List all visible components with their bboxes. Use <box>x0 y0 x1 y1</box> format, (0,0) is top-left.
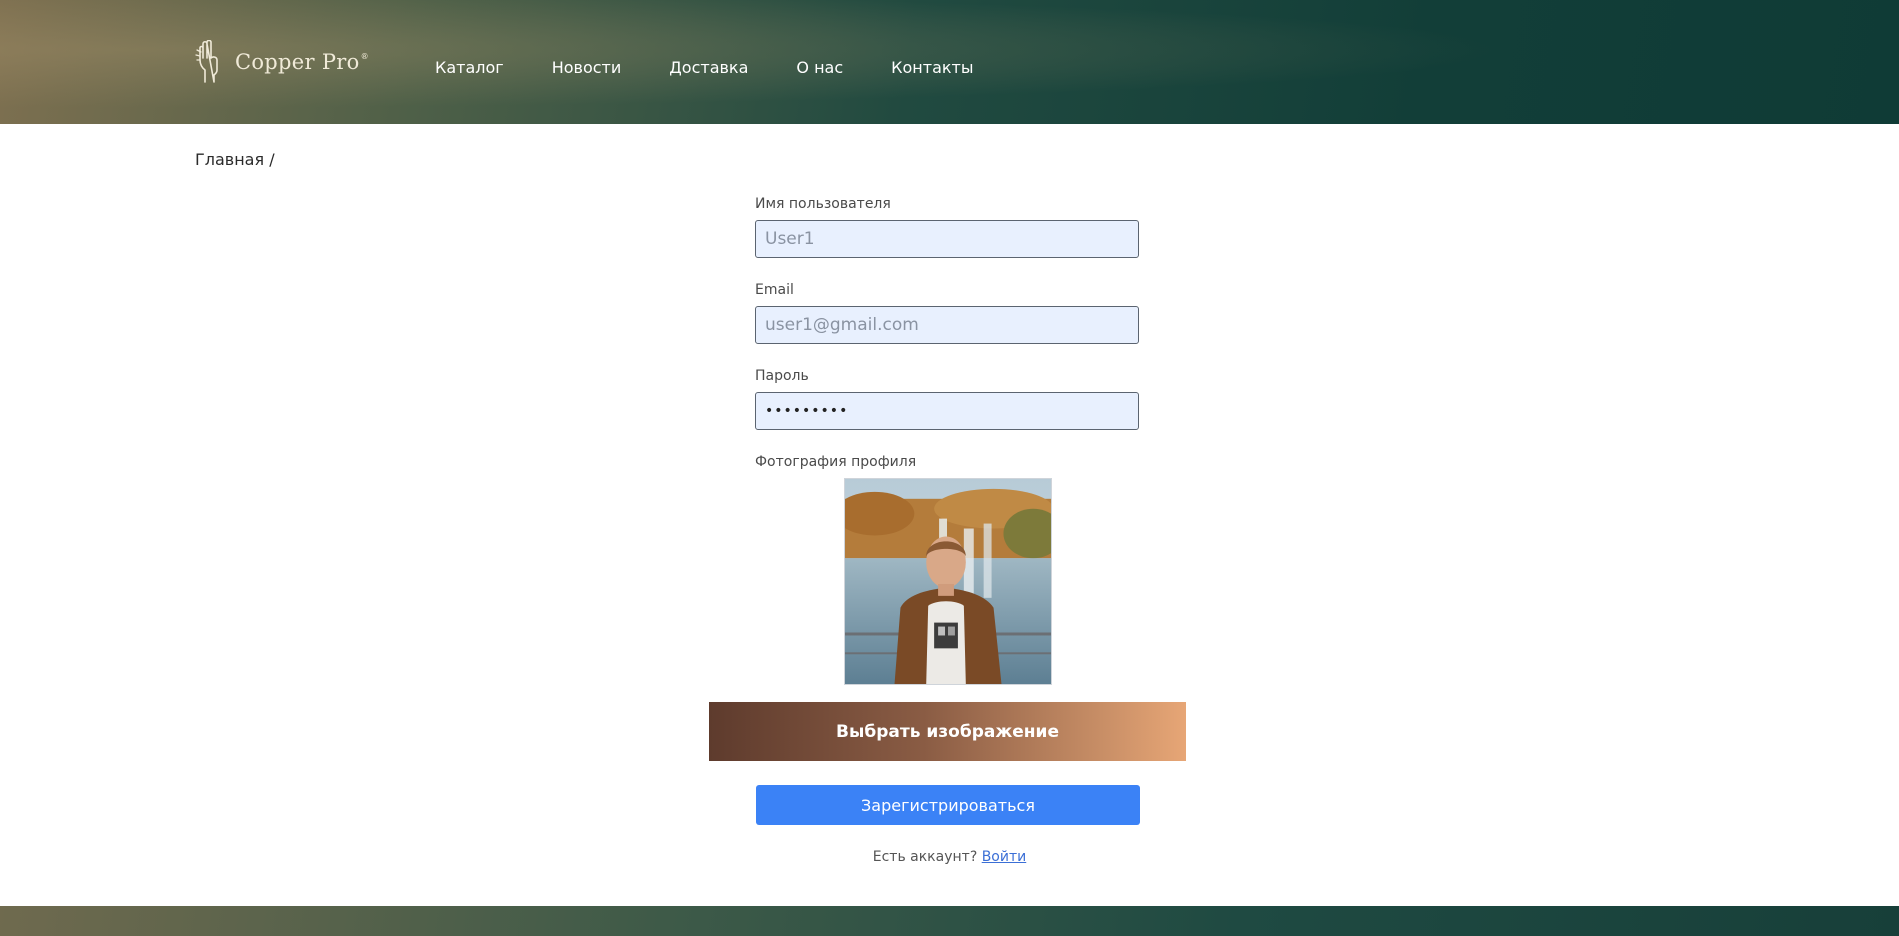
main-nav: Каталог Новости Доставка О нас Контакты <box>435 57 1022 79</box>
logo-hand-icon <box>195 40 218 83</box>
nav-about[interactable]: О нас <box>796 57 843 79</box>
breadcrumb[interactable]: Главная / <box>195 150 275 169</box>
nav-catalog[interactable]: Каталог <box>435 57 504 79</box>
email-label: Email <box>755 282 794 298</box>
login-prompt-row: Есть аккаунт? Войти <box>0 849 1899 865</box>
logo-registered-mark: ® <box>360 51 369 61</box>
register-button[interactable]: Зарегистрироваться <box>756 785 1140 825</box>
username-label: Имя пользователя <box>755 196 891 212</box>
nav-news[interactable]: Новости <box>552 57 622 79</box>
nav-contacts[interactable]: Контакты <box>891 57 973 79</box>
password-input[interactable] <box>755 392 1139 430</box>
nav-delivery[interactable]: Доставка <box>669 57 748 79</box>
profile-photo-preview <box>844 478 1052 685</box>
logo-text: Copper Pro <box>235 50 360 74</box>
username-input[interactable] <box>755 220 1139 258</box>
site-header: Copper Pro ® Каталог Новости Доставка О н… <box>0 0 1899 124</box>
login-link[interactable]: Войти <box>982 849 1027 865</box>
logo[interactable]: Copper Pro ® <box>195 40 369 84</box>
email-input[interactable] <box>755 306 1139 344</box>
choose-image-button[interactable]: Выбрать изображение <box>709 702 1186 761</box>
profile-photo-label: Фотография профиля <box>755 454 917 470</box>
site-footer <box>0 906 1899 936</box>
password-label: Пароль <box>755 368 809 384</box>
login-prompt-text: Есть аккаунт? <box>872 849 978 865</box>
